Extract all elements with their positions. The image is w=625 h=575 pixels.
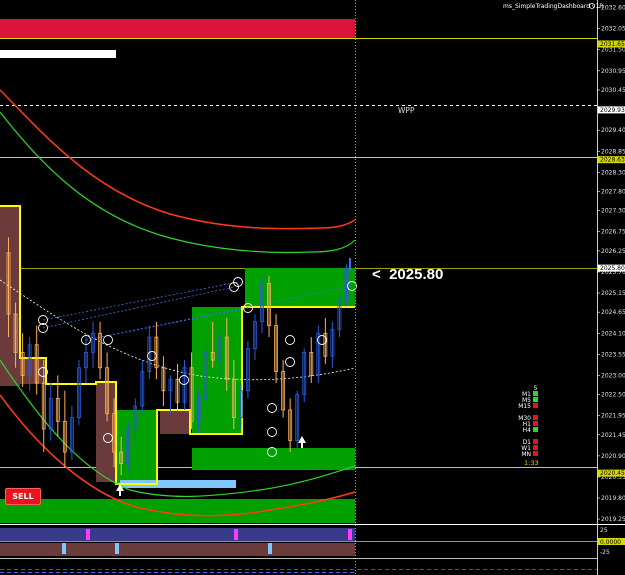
price-tick-label: 2021.95 bbox=[601, 413, 625, 420]
price-highlight-text: 2020.45 bbox=[600, 470, 625, 477]
timeframe-status-icon bbox=[533, 397, 538, 402]
price-highlight-text: 2028.63 bbox=[600, 157, 625, 164]
oscillator-tick: 25 bbox=[600, 527, 608, 534]
price-highlight-text: 2029.93 bbox=[600, 107, 625, 114]
oscillator-spike bbox=[268, 543, 272, 554]
oscillator-tick: -25 bbox=[600, 549, 610, 556]
price-tick-label: 2023.55 bbox=[601, 351, 625, 358]
price-tick-label: 2028.30 bbox=[601, 169, 625, 176]
bar-countdown: 1:33 bbox=[524, 459, 539, 467]
oscillator-band-bottom bbox=[0, 543, 355, 556]
timeframe-panel: M15M5M15M30H1H4D1W1MN bbox=[518, 385, 538, 458]
wpp-label: WPP bbox=[398, 106, 415, 115]
green-zone bbox=[192, 448, 355, 470]
timeframe-status-icon bbox=[533, 403, 538, 408]
oscillator-spike bbox=[62, 543, 66, 554]
price-tick-label: 2026.75 bbox=[601, 229, 625, 236]
price-highlight-text: 2025.80 bbox=[600, 265, 625, 272]
price-tick-label: 2029.40 bbox=[601, 127, 625, 134]
price-tick-label: 2027.30 bbox=[601, 208, 625, 215]
price-tick-label: 2023.00 bbox=[601, 372, 625, 379]
price-tick-label: 2020.90 bbox=[601, 453, 625, 460]
price-tick-label: 2027.80 bbox=[601, 188, 625, 195]
timeframe-label: H4 bbox=[523, 427, 532, 434]
price-tick-label: 2025.15 bbox=[601, 290, 625, 297]
timeframe-status-icon bbox=[533, 421, 538, 426]
timeframe-count: 5 bbox=[534, 385, 538, 392]
white-bar-marker bbox=[0, 50, 116, 58]
price-tick-label: 2021.45 bbox=[601, 432, 625, 439]
sell-button[interactable]: SELL bbox=[5, 488, 41, 505]
oscillator-tick: 0.0000 bbox=[600, 539, 621, 546]
timeframe-status-icon bbox=[533, 427, 538, 432]
oscillator-spike bbox=[86, 529, 90, 540]
brown-zone bbox=[160, 410, 190, 434]
price-tick-label: 2019.25 bbox=[601, 516, 625, 523]
oscillator-band-top bbox=[0, 528, 355, 541]
price-tick-label: 2032.05 bbox=[601, 26, 625, 33]
green-zone bbox=[192, 307, 242, 434]
timeframe-status-icon bbox=[533, 415, 538, 420]
timeframe-status-icon bbox=[533, 439, 538, 444]
oscillator-spike bbox=[348, 529, 352, 540]
price-tick-label: 2026.25 bbox=[601, 248, 625, 255]
timeframe-status-icon bbox=[533, 451, 538, 456]
timeframe-label: M15 bbox=[518, 403, 531, 410]
price-tick-label: 2032.60 bbox=[601, 5, 625, 12]
trading-chart[interactable]: M15M5M15M30H1H4D1W1MN 2032.602032.052031… bbox=[0, 0, 625, 575]
price-tick-label: 2030.95 bbox=[601, 68, 625, 75]
price-tick-label: 2030.45 bbox=[601, 87, 625, 94]
price-tick-label: 2028.85 bbox=[601, 148, 625, 155]
current-price-tick bbox=[349, 258, 351, 270]
oscillator-spike bbox=[115, 543, 119, 554]
current-price-callout: < 2025.80 bbox=[372, 266, 444, 283]
oscillator-spike bbox=[234, 529, 238, 540]
price-highlight-text: 2031.65 bbox=[600, 41, 625, 48]
timeframe-status-icon bbox=[533, 445, 538, 450]
resistance-band bbox=[0, 19, 355, 39]
price-tick-label: 2019.80 bbox=[601, 495, 625, 502]
green-zone bbox=[0, 499, 355, 523]
timeframe-label: MN bbox=[521, 451, 531, 458]
price-tick-label: 2024.10 bbox=[601, 330, 625, 337]
dashboard-title: ms_SimpleTradingDashboard v1R bbox=[503, 3, 604, 10]
price-tick-label: 2024.65 bbox=[601, 309, 625, 316]
price-tick-label: 2022.50 bbox=[601, 392, 625, 399]
